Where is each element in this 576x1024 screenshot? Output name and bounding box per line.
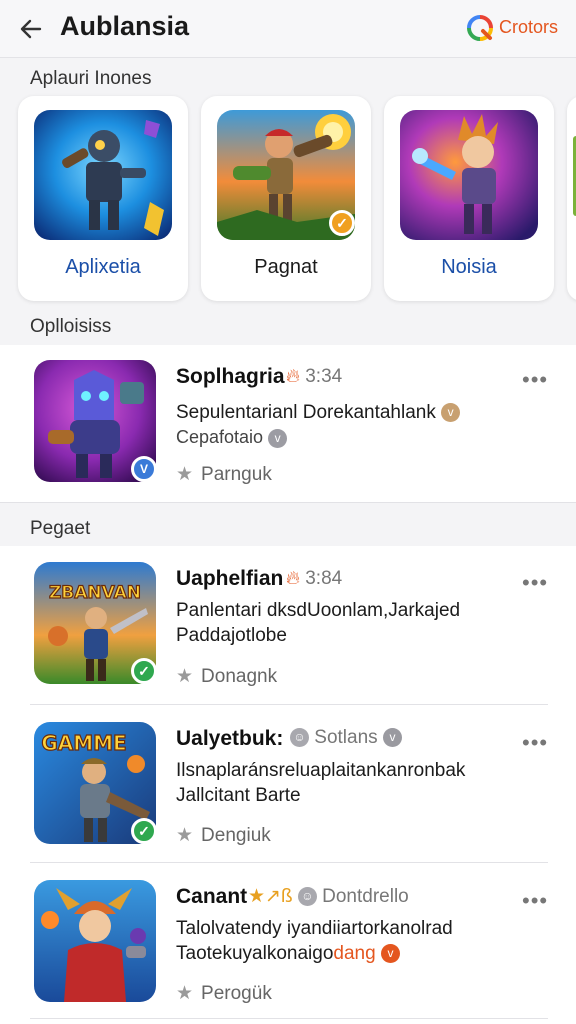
section-title: Oplloisiss bbox=[30, 316, 112, 337]
app-description: Sepulentarianl Dorekantahlank v bbox=[176, 400, 461, 425]
app-meta: ☺ Sotlans v bbox=[290, 727, 402, 749]
tag-chip-icon: v bbox=[441, 403, 461, 423]
app-name: Uaphelfian bbox=[176, 567, 284, 590]
app-description: Panlentari dksdUoonlam,Jarkajed bbox=[176, 600, 461, 621]
featured-card-peek[interactable] bbox=[567, 96, 576, 301]
verified-check-icon: ✓ bbox=[329, 210, 355, 236]
app-subtitle: Jallcitant Barte bbox=[176, 785, 301, 806]
section-title: Pegaet bbox=[30, 518, 91, 539]
verified-check-icon: ✓ bbox=[131, 658, 157, 684]
app-bar: Aublansia Crotors bbox=[0, 0, 576, 58]
meta-accent: ★↗ß bbox=[248, 886, 293, 907]
more-options-icon[interactable]: ••• bbox=[522, 888, 548, 914]
app-list-section-2: ZBANVAN ✓ Uaphelfian 🔥︎ 3:84 Panlentari … bbox=[0, 546, 576, 1024]
star-icon: ★ bbox=[176, 825, 194, 846]
game-icon-spiky-hero bbox=[400, 110, 538, 240]
app-list-section-1: V Soplhagria 🔥︎ 3:34 Sepulentarianl Dore… bbox=[0, 345, 576, 503]
app-subtitle: Taotekuyalkonaigodang v bbox=[176, 941, 400, 966]
list-item[interactable]: ZBANVAN ✓ Uaphelfian 🔥︎ 3:84 Panlentari … bbox=[0, 546, 576, 706]
featured-carousel[interactable]: Aplixetia ✓ Pagnat Noisia bbox=[0, 96, 576, 302]
tag-chip-icon: v bbox=[382, 728, 402, 748]
art-logo-text: GAMME bbox=[41, 731, 126, 755]
app-rating: ★ Dengiuk bbox=[176, 825, 271, 846]
list-item[interactable]: V Soplhagria 🔥︎ 3:34 Sepulentarianl Dore… bbox=[0, 345, 576, 505]
featured-card[interactable]: ✓ Pagnat bbox=[201, 96, 371, 301]
star-icon: ★ bbox=[176, 666, 194, 687]
flame-icon: 🔥︎ bbox=[286, 366, 300, 387]
app-meta: 🔥︎ 3:84 bbox=[286, 568, 343, 589]
list-item[interactable]: GAMME ✓ Ualyetbuk: ☺ Sotlans v Ilsnaplar… bbox=[0, 706, 576, 866]
game-icon-robot-warrior bbox=[34, 110, 172, 240]
featured-card-name: Noisia bbox=[441, 256, 497, 278]
divider bbox=[30, 1018, 548, 1019]
featured-card-name: Pagnat bbox=[254, 256, 318, 278]
featured-section-title: Aplauri Inones bbox=[30, 68, 152, 89]
app-description: Talolvatendy iyandiiartorkanolrad bbox=[176, 918, 453, 939]
colorful-q-logo-icon[interactable] bbox=[467, 15, 493, 41]
app-rating: ★ Perogük bbox=[176, 983, 272, 1004]
app-name: Soplhagria bbox=[176, 365, 285, 388]
game-icon-horned-hero bbox=[34, 880, 156, 1002]
back-button[interactable] bbox=[14, 12, 48, 46]
divider bbox=[30, 862, 548, 863]
art-logo-text: ZBANVAN bbox=[49, 583, 141, 603]
star-icon: ★ bbox=[176, 464, 194, 485]
app-subtitle: Cepafotaio v bbox=[176, 427, 288, 448]
featured-card[interactable]: Aplixetia bbox=[18, 96, 188, 301]
list-item[interactable]: Canant ★↗ß ☺ Dontdrello Talolvatendy iya… bbox=[0, 864, 576, 1024]
app-description: Ilsnaplaránsreluaplaitankanronbak bbox=[176, 760, 466, 781]
app-name: Ualyetbuk: bbox=[176, 727, 284, 750]
smiley-icon: ☺ bbox=[297, 887, 317, 907]
app-rating: ★ Donagnk bbox=[176, 666, 278, 687]
app-meta: ★↗ß ☺ Dontdrello bbox=[248, 886, 409, 907]
featured-card-name: Aplixetia bbox=[65, 256, 141, 278]
app-name: Canant bbox=[176, 885, 248, 908]
flame-icon: 🔥︎ bbox=[286, 568, 300, 589]
verified-check-icon: ✓ bbox=[131, 818, 157, 844]
featured-card[interactable]: Noisia bbox=[384, 96, 554, 301]
divider bbox=[30, 704, 548, 705]
star-icon: ★ bbox=[176, 983, 194, 1004]
page-title: Aublansia bbox=[60, 11, 190, 41]
arrow-left-icon bbox=[20, 19, 42, 39]
app-subtitle: Paddajotlobe bbox=[176, 625, 287, 646]
app-rating: ★ Parnguk bbox=[176, 464, 272, 485]
tag-chip-icon: v bbox=[380, 944, 400, 964]
brand-label[interactable]: Crotors bbox=[499, 17, 558, 38]
more-options-icon[interactable]: ••• bbox=[522, 570, 548, 596]
more-options-icon[interactable]: ••• bbox=[522, 367, 548, 393]
tag-chip-icon: v bbox=[268, 428, 288, 448]
app-meta: 🔥︎ 3:34 bbox=[286, 366, 343, 387]
more-options-icon[interactable]: ••• bbox=[522, 730, 548, 756]
verified-badge-icon: V bbox=[131, 456, 157, 482]
smiley-icon: ☺ bbox=[290, 728, 309, 748]
